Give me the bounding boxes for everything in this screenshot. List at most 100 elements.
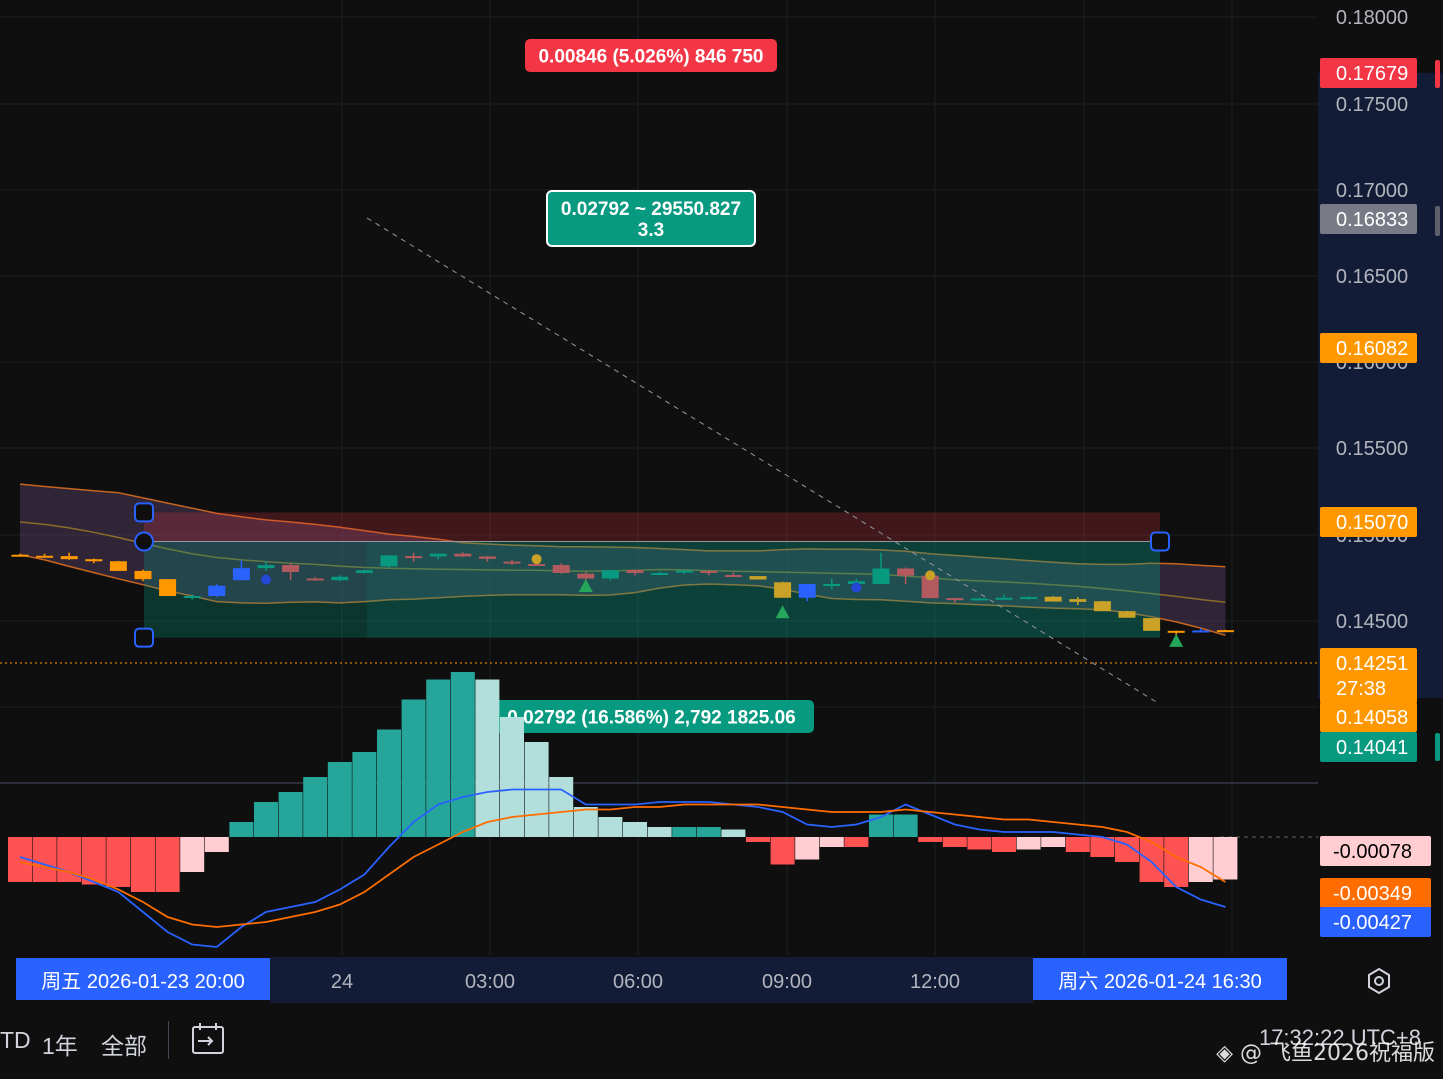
macd-histogram-bar xyxy=(229,822,254,837)
candle-body xyxy=(331,576,349,581)
range-ytd-button[interactable]: TD xyxy=(0,1027,31,1054)
macd-histogram-bar xyxy=(696,827,721,837)
candle-body xyxy=(1118,611,1136,618)
macd-histogram-bar xyxy=(746,837,770,842)
candle-body xyxy=(478,556,496,559)
candle-body xyxy=(798,583,816,598)
candle-body xyxy=(897,568,915,576)
macd-histogram-bar xyxy=(598,817,623,837)
candle xyxy=(109,560,127,571)
candle-body xyxy=(1093,601,1111,612)
time-range-start-label: 周五 2026-01-23 20:00 xyxy=(16,958,270,1000)
price-tick-label: 0.17500 xyxy=(1336,94,1408,116)
macd-histogram-bar xyxy=(1188,837,1213,882)
macd-histogram-bar xyxy=(549,777,574,837)
goto-date-icon[interactable] xyxy=(190,1021,226,1062)
stop-label: 0.00846 (5.026%) 846 750 xyxy=(525,39,777,72)
stop-zone xyxy=(144,512,1160,542)
signal-dot xyxy=(925,570,936,581)
macd-histogram-bar xyxy=(770,837,795,865)
candle-body xyxy=(970,598,988,601)
range-all-button[interactable]: 全部 xyxy=(101,1027,147,1061)
candle-body xyxy=(1167,630,1185,633)
candle-body xyxy=(749,576,767,580)
candle-body xyxy=(257,565,275,569)
macd-histogram-bar xyxy=(1065,837,1090,852)
candle-body xyxy=(183,596,201,599)
macd-histogram-bar xyxy=(942,837,967,847)
macd-histogram-bar xyxy=(893,814,918,837)
price-tick-label: 0.15500 xyxy=(1336,438,1408,460)
candle-body xyxy=(995,597,1013,600)
candle-body xyxy=(577,573,595,579)
macd-histogram-bar xyxy=(278,792,303,837)
candle xyxy=(380,555,398,568)
macd-histogram-bar xyxy=(254,802,278,837)
candle xyxy=(1044,596,1062,602)
macd-histogram-bar xyxy=(844,837,869,847)
macd-histogram-bar xyxy=(475,679,500,837)
macd-histogram-bar xyxy=(327,762,352,837)
stop-label-text: 0.00846 (5.026%) 846 750 xyxy=(538,47,763,68)
macd-badge: -0.00078 xyxy=(1320,836,1431,866)
price-tick-label: 0.18000 xyxy=(1336,7,1408,29)
macd-histogram-bar xyxy=(32,837,57,882)
price-badge-text: 0.14058 xyxy=(1336,707,1408,729)
candle xyxy=(159,579,177,597)
signal-dot xyxy=(261,574,271,585)
price-badge-text: 0.16082 xyxy=(1336,338,1408,360)
macd-histogram-bar xyxy=(819,837,844,847)
candle-body xyxy=(282,565,300,572)
target-label: 0.02792 (16.586%) 2,792 1825.06 xyxy=(489,700,814,733)
macd-histogram-bar xyxy=(1041,837,1066,847)
candle-body xyxy=(528,564,546,567)
candle-body xyxy=(109,561,127,571)
candle-body xyxy=(232,568,250,581)
macd-histogram-bar xyxy=(106,837,131,887)
candle xyxy=(1143,618,1161,631)
macd-histogram-bar xyxy=(1213,837,1238,880)
macd-histogram-bar xyxy=(352,752,377,837)
chart-canvas[interactable]: 0.00846 (5.026%) 846 750 0.02792 ~ 29550.… xyxy=(0,0,1443,1005)
candle-body xyxy=(503,561,521,564)
candle-body xyxy=(601,570,619,579)
price-badge: 0.17679 xyxy=(1320,58,1417,88)
candle-body xyxy=(134,570,152,580)
time-axis[interactable]: 24 03:00 06:00 09:00 12:00 周五 2026-01-23 20:0… xyxy=(0,955,1443,1005)
candle-body xyxy=(552,565,570,573)
candle-body xyxy=(380,555,398,567)
candle-body xyxy=(700,570,718,573)
toolbar-divider xyxy=(168,1021,169,1059)
range-1y-button[interactable]: 1年 xyxy=(42,1027,78,1061)
entry-label-text: 3.3 xyxy=(638,220,664,241)
candle-body xyxy=(675,570,693,573)
price-badge: 0.16082 xyxy=(1320,333,1417,363)
macd-histogram-bar xyxy=(155,837,180,892)
price-axis[interactable]: 0.180000.175000.170000.165000.160000.155… xyxy=(1318,0,1443,955)
target-label-text: 0.02792 (16.586%) 2,792 1825.06 xyxy=(507,708,795,729)
candle-body xyxy=(774,582,792,598)
candle-body xyxy=(454,553,472,557)
candle-body xyxy=(1069,599,1087,602)
time-tick-label: 03:00 xyxy=(465,971,515,993)
position-handle xyxy=(1150,531,1170,552)
signal-dot xyxy=(851,582,862,593)
price-badge: 27:38 xyxy=(1320,673,1417,703)
time-tick-label: 09:00 xyxy=(762,971,812,993)
time-tick-label: 12:00 xyxy=(910,971,960,993)
price-badge-text: 27:38 xyxy=(1336,678,1386,700)
macd-histogram-bar xyxy=(967,837,992,850)
bottom-toolbar: TD 1年 全部 17:32:22 UTC+8 ◈ @ 飞鱼2026祝福版 xyxy=(0,1005,1443,1079)
macd-histogram-bar xyxy=(795,837,820,860)
target-zone-progress xyxy=(367,541,1160,638)
price-tick-label: 0.14500 xyxy=(1336,611,1408,633)
price-scrollbar[interactable] xyxy=(1435,206,1440,236)
entry-label: 0.02792 ~ 29550.8273.3 xyxy=(546,190,756,247)
macd-histogram-bar xyxy=(647,827,672,837)
price-badge-text: 0.14041 xyxy=(1336,737,1408,759)
candle-body xyxy=(11,554,29,557)
candle-body xyxy=(355,570,373,573)
macd-badge-text: -0.00349 xyxy=(1333,883,1412,905)
entry-label-text: 0.02792 ~ 29550.827 xyxy=(561,199,741,220)
macd-histogram-bar xyxy=(180,837,205,872)
